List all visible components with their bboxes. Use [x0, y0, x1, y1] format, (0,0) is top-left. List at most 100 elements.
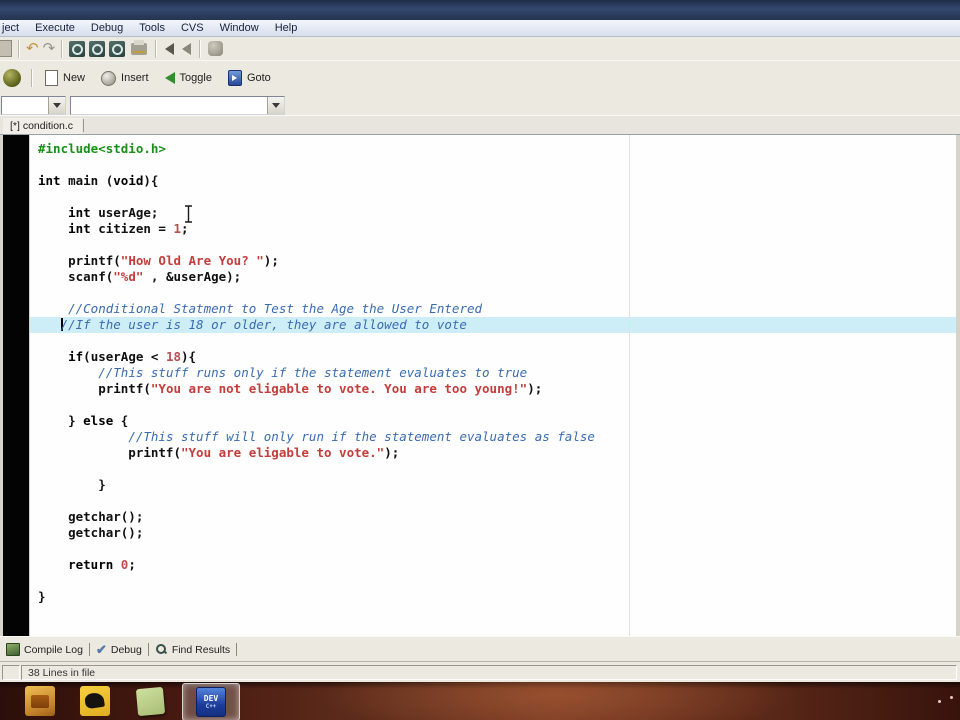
- toolbar-separator: [31, 69, 33, 87]
- toggle-arrow-icon: [164, 72, 175, 84]
- tab-find-results[interactable]: Find Results: [149, 643, 236, 656]
- search-icon: [155, 643, 168, 656]
- taskbar-sticky-notes-icon[interactable]: [135, 686, 166, 717]
- ide-window: ject Execute Debug Tools CVS Window Help ↶ ↷ N…: [0, 0, 960, 720]
- windows-taskbar: DEV C++: [0, 682, 960, 720]
- tab-label: Find Results: [171, 643, 231, 656]
- tab-divider: [236, 643, 238, 656]
- compile-status-icon[interactable]: [3, 69, 21, 87]
- find-next-icon[interactable]: [89, 40, 106, 57]
- menubar: ject Execute Debug Tools CVS Window Help: [0, 20, 960, 37]
- code-line[interactable]: printf("How Old Are You? ");: [38, 253, 956, 269]
- status-panel-empty: [2, 665, 20, 680]
- code-line[interactable]: }: [38, 477, 956, 493]
- code-line[interactable]: [38, 397, 956, 413]
- toolbar-separator: [18, 39, 20, 58]
- mouse-ibeam-cursor: [183, 205, 194, 228]
- code-line[interactable]: return 0;: [38, 557, 956, 573]
- clipped-toolbar-icon[interactable]: [0, 40, 12, 57]
- tab-compile-log[interactable]: Compile Log: [0, 643, 89, 656]
- code-line[interactable]: [38, 573, 956, 589]
- new-bookmark-button[interactable]: New: [37, 66, 93, 90]
- code-line[interactable]: #include<stdio.h>: [38, 141, 956, 157]
- menu-item-debug[interactable]: Debug: [83, 22, 131, 34]
- tab-label: Compile Log: [24, 643, 83, 656]
- status-bar: 38 Lines in file: [0, 661, 960, 683]
- class-browser-bar: [0, 94, 960, 115]
- replace-icon[interactable]: [109, 40, 126, 57]
- button-label: Insert: [121, 72, 149, 84]
- code-line[interactable]: if(userAge < 18){: [38, 349, 956, 365]
- menu-item-project[interactable]: ject: [0, 22, 27, 34]
- code-line[interactable]: [38, 285, 956, 301]
- toolbar-separator: [155, 39, 158, 58]
- find-icon[interactable]: [69, 40, 86, 57]
- title-bar: [0, 0, 960, 20]
- menu-item-execute[interactable]: Execute: [27, 22, 83, 34]
- code-line[interactable]: printf("You are eligable to vote.");: [38, 445, 956, 461]
- insert-icon: [101, 70, 117, 86]
- tab-condition-c[interactable]: [*] condition.c: [3, 117, 83, 134]
- editor-gutter: [3, 135, 30, 637]
- code-line[interactable]: [38, 333, 956, 349]
- code-line[interactable]: getchar();: [38, 509, 956, 525]
- wallpaper-speck: [938, 700, 941, 703]
- code-line[interactable]: printf("You are not eligable to vote. Yo…: [38, 381, 956, 397]
- taskbar-app-icon[interactable]: [25, 686, 55, 716]
- code-line[interactable]: //Conditional Statment to Test the Age t…: [38, 301, 956, 317]
- taskbar-bird-app-icon[interactable]: [80, 686, 110, 716]
- tab-label: Debug: [110, 643, 142, 656]
- toolbar-separator: [61, 39, 64, 58]
- code-line[interactable]: [38, 237, 956, 253]
- menu-item-tools[interactable]: Tools: [131, 22, 173, 34]
- print-icon[interactable]: [131, 39, 148, 55]
- undo-icon[interactable]: ↶: [26, 41, 39, 56]
- code-line[interactable]: int userAge;: [38, 205, 956, 221]
- code-line[interactable]: scanf("%d" , &userAge);: [38, 269, 956, 285]
- goto-button[interactable]: Goto: [220, 66, 279, 90]
- tab-divider: [83, 119, 85, 132]
- back-arrow-icon[interactable]: [165, 42, 175, 55]
- insert-button[interactable]: Insert: [93, 67, 157, 90]
- status-line-count: 38 Lines in file: [21, 665, 957, 680]
- dev-cpp-taskbar-icon[interactable]: DEV C++: [196, 687, 226, 717]
- menu-item-cvs[interactable]: CVS: [173, 22, 212, 34]
- back-arrow-icon[interactable]: [182, 42, 192, 55]
- dev-icon-label: DEV: [203, 694, 219, 703]
- profile-icon[interactable]: [208, 41, 224, 56]
- class-combo[interactable]: [1, 96, 66, 115]
- button-label: New: [63, 72, 86, 84]
- menu-item-window[interactable]: Window: [212, 22, 267, 34]
- taskbar-active-app-frame[interactable]: DEV C++: [182, 683, 240, 720]
- code-line[interactable]: [38, 157, 956, 173]
- code-line[interactable]: //This stuff will only run if the statem…: [38, 429, 956, 445]
- code-line[interactable]: //If the user is 18 or older, they are a…: [38, 317, 956, 333]
- bottom-panel-tabs: Compile Log ✔ Debug Find Results: [0, 636, 960, 662]
- tab-debug[interactable]: ✔ Debug: [90, 643, 148, 656]
- button-label: Goto: [246, 72, 271, 84]
- editor-frame: #include<stdio.h> int main (void){ int us…: [0, 134, 960, 637]
- code-editor[interactable]: #include<stdio.h> int main (void){ int us…: [3, 135, 956, 637]
- toggle-button[interactable]: Toggle: [157, 68, 220, 88]
- button-label: Toggle: [179, 72, 212, 84]
- code-line[interactable]: [38, 541, 956, 557]
- code-area[interactable]: #include<stdio.h> int main (void){ int us…: [38, 141, 956, 605]
- code-line[interactable]: //This stuff runs only if the statement …: [38, 365, 956, 381]
- redo-icon[interactable]: ↷: [43, 41, 56, 56]
- chevron-down-icon[interactable]: [48, 97, 65, 114]
- code-line[interactable]: getchar();: [38, 525, 956, 541]
- menu-item-help[interactable]: Help: [267, 22, 306, 34]
- code-line[interactable]: }: [38, 589, 956, 605]
- code-line[interactable]: [38, 461, 956, 477]
- member-combo[interactable]: [70, 96, 285, 115]
- code-line[interactable]: [38, 493, 956, 509]
- code-line[interactable]: [38, 189, 956, 205]
- wallpaper-speck: [950, 696, 953, 699]
- toolbar-separator: [199, 39, 202, 58]
- code-line[interactable]: } else {: [38, 413, 956, 429]
- code-line[interactable]: int citizen = 1;: [38, 221, 956, 237]
- code-line[interactable]: int main (void){: [38, 173, 956, 189]
- chevron-down-icon[interactable]: [267, 97, 284, 114]
- goto-icon: [227, 70, 242, 86]
- editor-tabbar: [*] condition.c: [0, 115, 960, 135]
